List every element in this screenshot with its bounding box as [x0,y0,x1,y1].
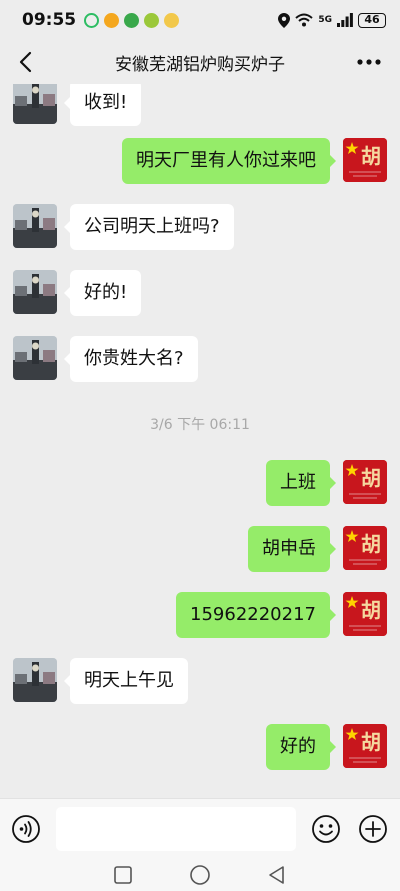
notification-icon [144,12,160,28]
wifi-icon [295,13,314,27]
avatar-photo [13,84,57,124]
emoji-icon[interactable] [311,814,341,844]
message-bubble[interactable]: 胡申岳 [248,526,336,572]
message-bubble[interactable]: 明天厂里有人你过来吧 [122,138,336,184]
contact-avatar[interactable] [13,336,57,380]
message-bubble[interactable]: 好的 [266,724,336,770]
message-input[interactable] [56,807,296,851]
contact-avatar[interactable] [13,204,57,248]
message-bubble[interactable]: 收到! [63,84,142,126]
chat-message-list[interactable]: 3/6 下午 06:11 收到! 胡 明天厂里有人你过来吧公司明天上班吗? 好的! 你贵… [0,84,400,798]
avatar-photo [13,204,57,248]
home-icon[interactable] [189,864,211,886]
avatar-character: 胡 [361,532,381,556]
contact-avatar[interactable] [13,84,57,124]
avatar-character: 胡 [361,598,381,622]
message-bubble[interactable]: 你贵姓大名? [64,336,198,382]
battery-icon: 46 [358,12,386,28]
signal-icon [337,13,353,27]
user-avatar[interactable]: 胡 [343,460,387,504]
notification-icon [124,12,140,28]
more-dots-icon[interactable] [356,52,382,72]
chat-title: 安徽芜湖铝炉购买炉子 [115,54,285,75]
notification-icon [164,12,180,28]
avatar-character: 胡 [361,730,381,754]
notification-icons [84,12,180,28]
status-bar: 09:55 5G 46 [0,0,400,40]
notification-icon [104,12,120,28]
location-icon [278,12,291,28]
message-timestamp: 3/6 下午 06:11 [150,417,250,433]
avatar-photo [13,658,57,702]
user-avatar[interactable]: 胡 [343,526,387,570]
back-icon[interactable] [266,864,288,886]
plus-icon[interactable] [358,814,388,844]
voice-icon[interactable] [11,814,41,844]
contact-avatar[interactable] [13,270,57,314]
user-avatar[interactable]: 胡 [343,138,387,182]
avatar-character: 胡 [361,144,381,168]
recent-apps-icon[interactable] [112,864,134,886]
message-bubble[interactable]: 明天上午见 [64,658,188,704]
input-bar [0,798,400,858]
avatar-character: 胡 [361,466,381,490]
message-bubble[interactable]: 好的! [63,270,142,316]
chevron-left-icon[interactable] [14,49,40,75]
avatar-photo [13,270,57,314]
message-bubble[interactable]: 公司明天上班吗? [64,204,234,250]
user-avatar[interactable]: 胡 [343,592,387,636]
message-bubble[interactable]: 15962220217 [176,592,336,638]
user-avatar[interactable]: 胡 [343,724,387,768]
notification-icon [84,12,100,28]
network-type-label: 5G [318,15,332,25]
message-bubble[interactable]: 上班 [266,460,336,506]
contact-avatar[interactable] [13,658,57,702]
system-navigation-bar [0,858,400,891]
status-time: 09:55 [22,10,77,30]
status-indicators: 5G 46 [278,12,386,28]
chat-header: 安徽芜湖铝炉购买炉子 [0,40,400,84]
avatar-photo [13,336,57,380]
